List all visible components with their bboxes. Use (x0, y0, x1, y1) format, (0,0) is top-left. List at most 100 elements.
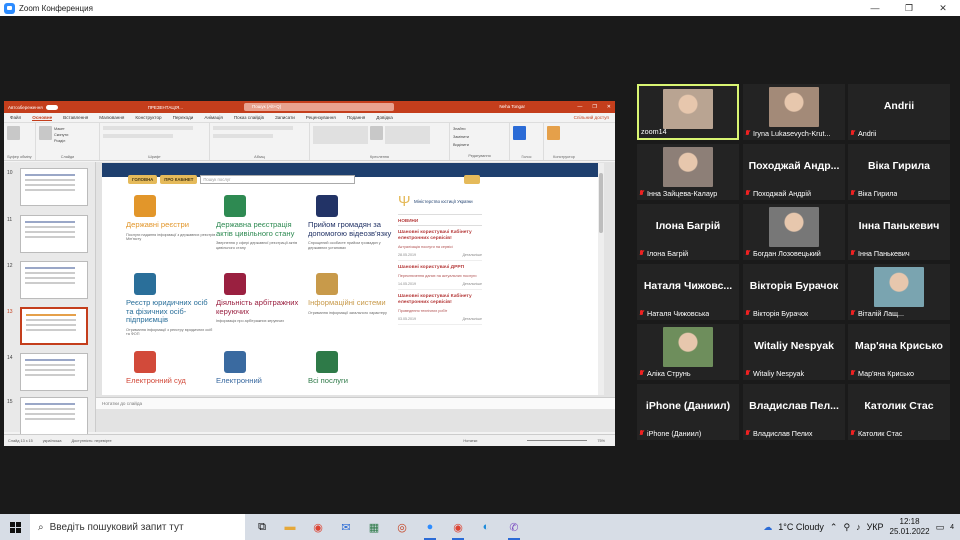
slide-mail-icon[interactable] (464, 175, 480, 184)
notes-pane[interactable]: Нотатки до слайда (96, 397, 615, 409)
participant-tile[interactable]: Богдан Лозовецький (743, 204, 845, 260)
participant-tile[interactable]: Владислав Пел... Владислав Пелих (743, 384, 845, 440)
share-button[interactable]: Спільний доступ (574, 115, 609, 120)
replace-button[interactable]: Замінити (453, 134, 469, 140)
edge-icon[interactable]: ◐ (477, 518, 495, 536)
tab-transitions[interactable]: Переходи (173, 115, 194, 120)
media-player-icon[interactable]: ◎ (393, 518, 411, 536)
language-indicator[interactable]: українська (43, 439, 62, 443)
select-button[interactable]: Виділити (453, 142, 469, 148)
service-tile[interactable]: Державні реєстри Послуги надання інформа… (126, 195, 216, 242)
ppt-close-button[interactable]: ✕ (607, 101, 611, 113)
tab-draw[interactable]: Малювання (99, 115, 124, 120)
font-name-box[interactable] (103, 126, 193, 130)
participant-tile[interactable]: Наталя Чижовс... Наталя Чижовська (637, 264, 739, 320)
slide-thumbnail[interactable] (20, 168, 88, 206)
tab-review[interactable]: Рецензування (306, 115, 336, 120)
paragraph-list-row[interactable] (213, 126, 293, 130)
task-view-icon[interactable]: ⧉ (253, 518, 271, 536)
participant-tile[interactable]: Походжай Андр... Походжай Андрій (743, 144, 845, 200)
ppt-maximize-button[interactable]: ❐ (592, 101, 596, 113)
notes-toggle[interactable]: Нотатки (463, 439, 477, 443)
participant-tile[interactable]: iPhone (Даниил) iPhone (Даниил) (637, 384, 739, 440)
paragraph-align-row[interactable] (213, 134, 273, 138)
service-tile[interactable]: Всі послуги (308, 351, 398, 386)
language-indicator[interactable]: УКР (867, 522, 884, 532)
new-slide-icon[interactable] (39, 126, 52, 140)
file-name[interactable]: ПРЕЗЕНТАЦІЯ... (148, 105, 183, 110)
minimize-button[interactable]: — (858, 0, 892, 16)
section-button[interactable]: Розділ (54, 138, 68, 144)
news-more-link[interactable]: Детальніше (462, 253, 482, 257)
slide-search-input[interactable]: Пошук послуг (200, 175, 356, 184)
service-tile[interactable]: Державна реєстрація актів цивільного ста… (216, 195, 306, 250)
autosave-toggle[interactable] (45, 104, 58, 110)
participant-tile[interactable]: Католик Стас Католик Стас (848, 384, 950, 440)
designer-icon[interactable] (547, 126, 560, 140)
zoom-taskbar-icon[interactable]: ● (421, 518, 439, 540)
service-tile[interactable]: Діяльність арбітражних керуючих Інформац… (216, 273, 306, 324)
slide-thumbnail[interactable] (20, 261, 88, 299)
quick-styles[interactable] (385, 126, 430, 144)
news-more-link[interactable]: Детальніше (462, 282, 482, 286)
slide-scrollbar[interactable] (598, 163, 604, 395)
slide-thumbnail[interactable] (20, 397, 88, 435)
service-tile[interactable]: Електронний (216, 351, 306, 386)
file-explorer-icon[interactable]: ▬ (281, 518, 299, 536)
news-item[interactable]: Шановні користувачі Кабінету електронних… (398, 230, 482, 261)
news-more-link[interactable]: Детальніше (462, 317, 482, 321)
chrome-icon[interactable]: ◉ (309, 518, 327, 536)
taskbar-search[interactable]: ⌕ Введіть пошуковий запит тут (30, 514, 245, 540)
participant-tile[interactable]: Інна Панькевич Інна Панькевич (848, 204, 950, 260)
paste-icon[interactable] (7, 126, 20, 140)
chrome-running-icon[interactable]: ◉ (449, 518, 467, 540)
participant-tile[interactable]: Інна Зайцева-Калаур (637, 144, 739, 200)
participant-tile[interactable]: Ілона Багрій Ілона Багрій (637, 204, 739, 260)
participant-tile[interactable]: Witaliy Nespyak Witaliy Nespyak (743, 324, 845, 380)
mail-icon[interactable]: ✉ (337, 518, 355, 536)
arrange-icon[interactable] (370, 126, 383, 140)
news-item[interactable]: Шановні користувачі Кабінету електронних… (398, 294, 482, 325)
network-icon[interactable]: ⚲ (843, 522, 850, 533)
participant-tile[interactable]: Вікторія Бурачок Вікторія Бурачок (743, 264, 845, 320)
current-slide[interactable]: ГОЛОВНА ПРО КАБІНЕТ Пошук послуг Державн… (102, 163, 604, 395)
slide-thumbnail[interactable] (20, 215, 88, 253)
dictate-icon[interactable] (513, 126, 526, 140)
tab-file[interactable]: Файл (10, 115, 21, 120)
weather-label[interactable]: 1°C Cloudy (778, 522, 824, 532)
tab-insert[interactable]: Вставлення (63, 115, 88, 120)
slide-thumbnail-selected[interactable] (20, 307, 88, 345)
tab-design[interactable]: Конструктор (135, 115, 161, 120)
store-icon[interactable]: ▦ (365, 518, 383, 536)
tab-animations[interactable]: Анімація (204, 115, 222, 120)
service-tile[interactable]: Реєстр юридичних осіб та фізичних осіб-п… (126, 273, 216, 337)
service-tile[interactable]: Інформаційні системи Отримання інформаці… (308, 273, 398, 315)
ppt-search[interactable]: Пошук (Alt+Q) (244, 103, 394, 111)
viber-icon[interactable]: ✆ (505, 518, 523, 540)
ppt-minimize-button[interactable]: — (577, 101, 582, 113)
accessibility-indicator[interactable]: Доступність: перевірте (71, 439, 111, 443)
service-tile[interactable]: Прийом громадян за допомогою відеозв'язк… (308, 195, 398, 250)
slide-nav-home[interactable]: ГОЛОВНА (128, 175, 158, 184)
news-item[interactable]: Шановні користувачі ДРРП Переключення да… (398, 265, 482, 290)
participant-tile[interactable]: zoom14 (637, 84, 739, 140)
tab-record[interactable]: Записати (275, 115, 295, 120)
font-format-row[interactable] (103, 134, 173, 138)
slide-thumbnail[interactable] (20, 353, 88, 391)
participant-tile[interactable]: Мар'яна Крисько Мар'яна Крисько (848, 324, 950, 380)
find-button[interactable]: Знайти (453, 126, 465, 132)
participant-tile[interactable]: Andrii Andrii (848, 84, 950, 140)
maximize-button[interactable]: ❐ (892, 0, 926, 16)
participant-tile[interactable]: Віка Гирила Віка Гирила (848, 144, 950, 200)
service-tile[interactable]: Електронний суд (126, 351, 216, 386)
participant-tile[interactable]: Віталій Лащ... (848, 264, 950, 320)
notification-icon[interactable]: ▭ (936, 522, 945, 533)
tab-view[interactable]: Подання (347, 115, 366, 120)
slide-nav-about[interactable]: ПРО КАБІНЕТ (160, 175, 198, 184)
tray-chevron-icon[interactable]: ⌃ (830, 522, 838, 533)
clock[interactable]: 12:18 25.01.2022 (890, 517, 930, 537)
tab-slideshow[interactable]: Показ слайдів (234, 115, 264, 120)
tab-home[interactable]: Основне (32, 115, 53, 121)
shapes-gallery[interactable] (313, 126, 368, 144)
participant-tile[interactable]: Аліка Струнь (637, 324, 739, 380)
